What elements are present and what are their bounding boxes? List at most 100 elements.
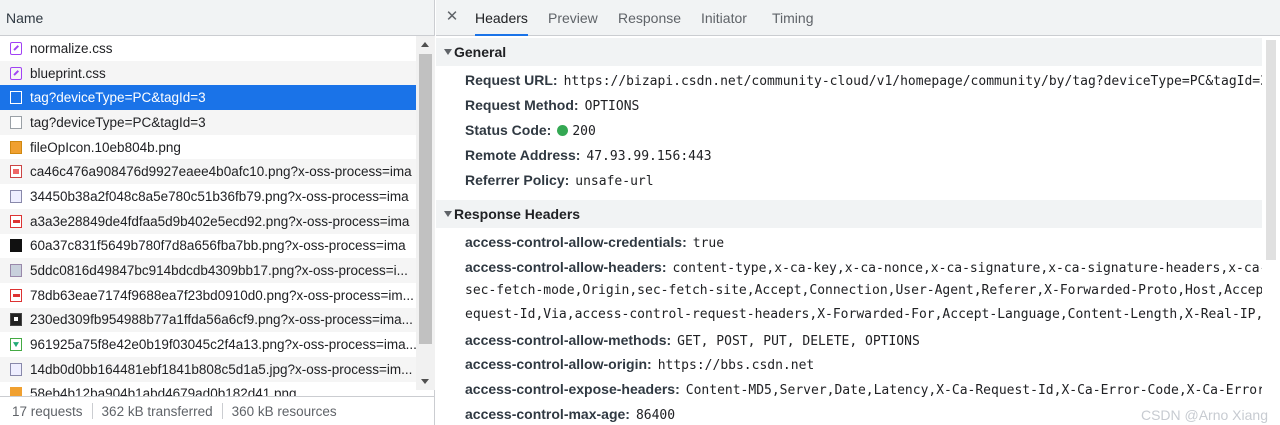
request-method-label: Request Method: xyxy=(465,97,579,113)
status-ok-icon xyxy=(557,125,569,136)
scrollbar-thumb[interactable] xyxy=(419,54,432,344)
image-icon xyxy=(10,288,22,302)
request-row[interactable]: 230ed309fb954988b77a1ffda56a6cf9.png?x-o… xyxy=(0,307,416,333)
response-headers-title: Response Headers xyxy=(454,206,581,222)
image-icon xyxy=(10,387,22,396)
allow-origin-value: https://bbs.csdn.net xyxy=(657,358,815,373)
css-file-icon xyxy=(10,41,22,55)
allow-credentials-row: access-control-allow-credentials: true xyxy=(465,231,724,253)
close-icon[interactable]: ✕ xyxy=(444,8,460,26)
allow-origin-row: access-control-allow-origin: https://bbs.… xyxy=(465,353,814,375)
name-column-header[interactable]: Name xyxy=(0,0,434,36)
request-row[interactable]: tag?deviceType=PC&tagId=3 xyxy=(0,85,416,111)
image-icon xyxy=(10,140,22,154)
request-row[interactable]: normalize.css xyxy=(0,36,416,61)
tab-initiator[interactable]: Initiator xyxy=(701,0,747,36)
request-row[interactable]: blueprint.css xyxy=(0,60,416,86)
allow-credentials-value: true xyxy=(692,236,725,251)
referrer-policy-label: Referrer Policy: xyxy=(465,172,570,188)
image-icon xyxy=(10,338,22,352)
request-name: ca46c476a908476d9927eaee4b0afc10.png?x-o… xyxy=(30,164,412,180)
expose-headers-value: Content-MD5,Server,Date,Latency,X-Ca-Req… xyxy=(685,383,1280,398)
detail-scrollbar[interactable] xyxy=(1262,36,1280,425)
image-icon xyxy=(10,165,22,179)
request-row[interactable]: 60a37c831f5649b780f7d8a656fba7bb.png?x-o… xyxy=(0,233,416,259)
max-age-row: access-control-max-age: 86400 xyxy=(465,403,675,425)
request-name: 58eb4b12ba904b1abd4679ad0b182d41.png xyxy=(30,386,297,396)
expand-triangle-icon[interactable] xyxy=(444,49,452,55)
request-list-scrollbar[interactable] xyxy=(416,36,435,390)
image-icon xyxy=(10,362,22,376)
general-section-header[interactable]: General xyxy=(436,38,1280,66)
allow-headers-continuation: sec-fetch-mode,Origin,sec-fetch-site,Acc… xyxy=(465,283,1280,298)
request-row[interactable]: tag?deviceType=PC&tagId=3 xyxy=(0,110,416,135)
request-row[interactable]: fileOpIcon.10eb804b.png xyxy=(0,134,416,160)
request-name: blueprint.css xyxy=(30,65,106,81)
allow-headers-label: access-control-allow-headers: xyxy=(465,259,667,275)
network-status-bar: 17 requests 362 kB transferred 360 kB re… xyxy=(0,396,434,425)
image-icon xyxy=(10,239,22,253)
resources-size: 360 kB resources xyxy=(231,403,337,419)
css-file-icon xyxy=(10,66,22,80)
request-row[interactable]: a3a3e28849de4fdfaa5d9b402e5ecd92.png?x-o… xyxy=(0,208,416,234)
request-name: 34450b38a2f048c8a5e780c51b36fb79.png?x-o… xyxy=(30,188,409,204)
scrollbar-thumb[interactable] xyxy=(1266,40,1276,260)
max-age-label: access-control-max-age: xyxy=(465,406,630,422)
document-icon xyxy=(10,115,22,129)
allow-headers-continuation: equest-Id,Via,access-control-request-hea… xyxy=(465,307,1280,322)
request-detail-panel: ✕ Headers Preview Response Initiator Tim… xyxy=(436,0,1280,425)
general-section-title: General xyxy=(454,44,507,60)
image-icon xyxy=(10,189,22,203)
tab-preview[interactable]: Preview xyxy=(548,0,598,36)
referrer-policy-value: unsafe-url xyxy=(575,174,654,189)
allow-methods-value: GET, POST, PUT, DELETE, OPTIONS xyxy=(677,334,920,349)
status-code-value: 200 xyxy=(572,124,596,139)
request-list-panel: Name normalize.css blueprint.css tag?devic… xyxy=(0,0,435,425)
request-count: 17 requests xyxy=(12,403,83,419)
request-list: normalize.css blueprint.css tag?deviceType… xyxy=(0,36,416,396)
expose-headers-row: access-control-expose-headers: Content-MD… xyxy=(465,378,1280,400)
status-code-row: Status Code: 200 xyxy=(465,119,596,141)
request-name: tag?deviceType=PC&tagId=3 xyxy=(30,114,206,130)
scroll-down-icon[interactable] xyxy=(421,379,429,384)
remote-address-row: Remote Address: 47.93.99.156:443 xyxy=(465,144,712,166)
request-name: tag?deviceType=PC&tagId=3 xyxy=(30,90,206,106)
image-icon xyxy=(10,214,22,228)
request-row[interactable]: ca46c476a908476d9927eaee4b0afc10.png?x-o… xyxy=(0,159,416,185)
request-method-value: OPTIONS xyxy=(584,99,640,114)
request-name: fileOpIcon.10eb804b.png xyxy=(30,139,181,155)
request-url-label: Request URL: xyxy=(465,72,558,88)
request-row[interactable]: 961925a75f8e42e0b19f03045c2f4a13.png?x-o… xyxy=(0,332,416,357)
tab-response[interactable]: Response xyxy=(618,0,681,36)
request-name: normalize.css xyxy=(30,40,113,56)
divider xyxy=(221,403,223,419)
max-age-value: 86400 xyxy=(635,408,676,423)
tab-headers[interactable]: Headers xyxy=(475,0,528,36)
request-name: 230ed309fb954988b77a1ffda56a6cf9.png?x-o… xyxy=(30,312,413,328)
scroll-up-icon[interactable] xyxy=(421,42,429,47)
document-icon xyxy=(10,91,22,105)
request-name: 14db0d0bb164481ebf1841b808c5d1a5.jpg?x-o… xyxy=(30,361,413,377)
request-row[interactable]: 14db0d0bb164481ebf1841b808c5d1a5.jpg?x-o… xyxy=(0,356,416,382)
response-headers-section-header[interactable]: Response Headers xyxy=(436,200,1280,228)
detail-tab-bar: ✕ Headers Preview Response Initiator Tim… xyxy=(436,0,1280,36)
transferred-size: 362 kB transferred xyxy=(101,403,213,419)
request-name: 961925a75f8e42e0b19f03045c2f4a13.png?x-o… xyxy=(30,337,416,353)
allow-credentials-label: access-control-allow-credentials: xyxy=(465,234,687,250)
tab-timing[interactable]: Timing xyxy=(772,0,814,36)
allow-headers-value: content-type,x-ca-key,x-ca-nonce,x-ca-si… xyxy=(672,261,1280,276)
request-row[interactable]: 58eb4b12ba904b1abd4679ad0b182d41.png xyxy=(0,381,416,396)
divider xyxy=(91,403,93,419)
request-name: 60a37c831f5649b780f7d8a656fba7bb.png?x-o… xyxy=(30,238,406,254)
allow-methods-row: access-control-allow-methods: GET, POST, … xyxy=(465,329,920,351)
request-row[interactable]: 5ddc0816d49847bc914bdcdb4309bb17.png?x-o… xyxy=(0,258,416,283)
request-name: 78db63eae7174f9688ea7f23bd0910d0.png?x-o… xyxy=(30,287,414,303)
expand-triangle-icon[interactable] xyxy=(444,211,452,217)
image-icon xyxy=(10,264,22,278)
status-code-label: Status Code: xyxy=(465,122,552,138)
request-row[interactable]: 34450b38a2f048c8a5e780c51b36fb79.png?x-o… xyxy=(0,184,416,209)
referrer-policy-row: Referrer Policy: unsafe-url xyxy=(465,169,654,191)
request-url-row: Request URL: https://bizapi.csdn.net/comm… xyxy=(465,69,1268,91)
request-row[interactable]: 78db63eae7174f9688ea7f23bd0910d0.png?x-o… xyxy=(0,282,416,308)
remote-address-value: 47.93.99.156:443 xyxy=(586,149,712,164)
